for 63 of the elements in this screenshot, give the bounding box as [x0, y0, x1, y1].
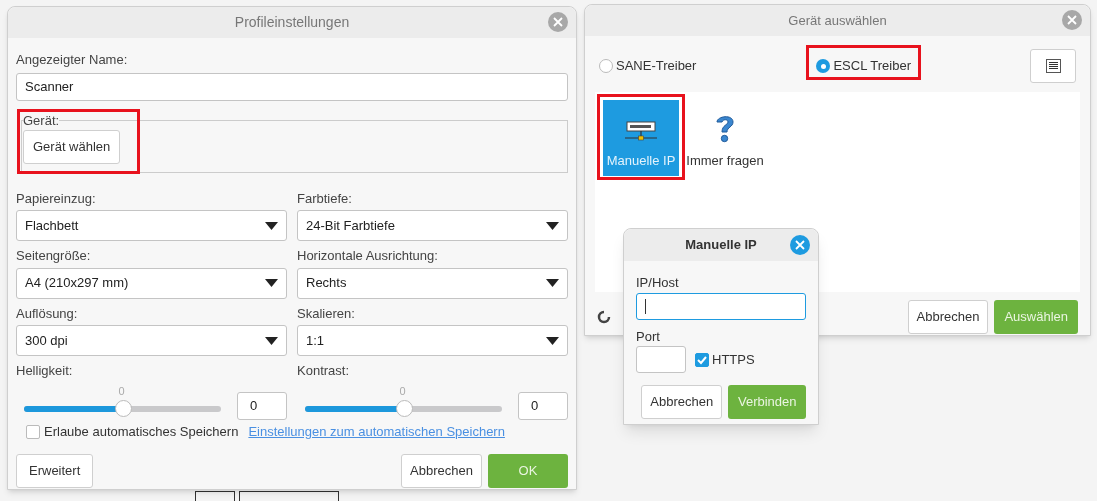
window-title: Profileinstellungen: [234, 13, 350, 32]
slider-thumb[interactable]: [114, 400, 132, 417]
field-label: Papiereinzug:: [16, 189, 97, 208]
window-title: Gerät auswählen: [788, 11, 887, 30]
checkbox-label: Erlaube automatisches Speichern: [44, 423, 239, 441]
name-field[interactable]: Scanner: [16, 72, 568, 101]
caret-icon: [546, 336, 559, 345]
close-button[interactable]: [548, 12, 568, 32]
field-label: Angezeigter Name:: [16, 51, 129, 69]
caret-icon: [546, 221, 559, 230]
toolbar-icon[interactable]: [195, 491, 235, 501]
radio-label: ESCL Treiber: [833, 57, 911, 76]
dropdown[interactable]: 300 dpi: [16, 325, 287, 356]
device-label: Manuelle IP: [606, 151, 676, 170]
checkbox[interactable]: [26, 424, 40, 439]
dropdown[interactable]: Rechts: [297, 267, 568, 299]
slider-reading: 0: [118, 383, 125, 399]
number-field[interactable]: 0: [237, 392, 287, 420]
secondary-button[interactable]: Abbrechen: [641, 385, 723, 419]
field-label: IP/Host: [636, 274, 680, 292]
radio-label: SANE-Treiber: [616, 57, 697, 76]
toolbar-icon[interactable]: [239, 491, 339, 501]
radio-button[interactable]: [816, 59, 831, 73]
close-icon: [553, 17, 563, 27]
field-label: Skalieren:: [297, 304, 356, 323]
host-field[interactable]: [636, 292, 806, 320]
caret-icon: [265, 221, 278, 230]
field-label: Horizontale Ausrichtung:: [297, 247, 439, 265]
caret-icon: [546, 279, 559, 287]
slider-thumb[interactable]: [395, 400, 413, 417]
close-button[interactable]: [790, 235, 810, 255]
secondary-button[interactable]: Erweitert: [16, 453, 94, 488]
caret-icon: [265, 279, 278, 287]
close-icon: [1067, 15, 1077, 25]
field-label: Farbtiefe:: [297, 189, 353, 208]
field-label: Port: [636, 327, 661, 346]
window-title: Manuelle IP: [685, 236, 757, 255]
field-label: Kontrast:: [297, 362, 351, 380]
dropdown[interactable]: Flachbett: [16, 210, 287, 241]
view-toggle-button[interactable]: [1030, 49, 1076, 83]
checkbox[interactable]: [695, 352, 709, 367]
device-item[interactable]: Immer fragen: [687, 100, 763, 176]
field-label: Helligkeit:: [16, 362, 74, 380]
dropdown[interactable]: A4 (210x297 mm): [16, 267, 287, 299]
network-icon: [625, 120, 657, 143]
caret-icon: [265, 336, 278, 345]
slider-reading: 0: [399, 383, 406, 399]
port-field[interactable]: [636, 346, 686, 373]
dropdown[interactable]: 1:1: [297, 325, 568, 356]
spinner-icon: [597, 310, 611, 324]
dropdown[interactable]: 24-Bit Farbtiefe: [297, 210, 568, 241]
device-label: Immer fragen: [686, 151, 764, 170]
checkbox-label: HTTPS: [712, 350, 755, 369]
close-button[interactable]: [1062, 10, 1082, 30]
number-field[interactable]: 0: [518, 392, 568, 420]
secondary-button[interactable]: Abbrechen: [401, 453, 482, 488]
secondary-button[interactable]: Abbrechen: [907, 300, 989, 334]
field-label: Auflösung:: [16, 304, 79, 323]
list-icon: [1045, 59, 1061, 73]
field-label: Seitengröße:: [16, 247, 92, 265]
secondary-button[interactable]: Gerät wählen: [23, 129, 121, 164]
close-icon: [795, 240, 805, 250]
radio-button[interactable]: [599, 59, 613, 73]
